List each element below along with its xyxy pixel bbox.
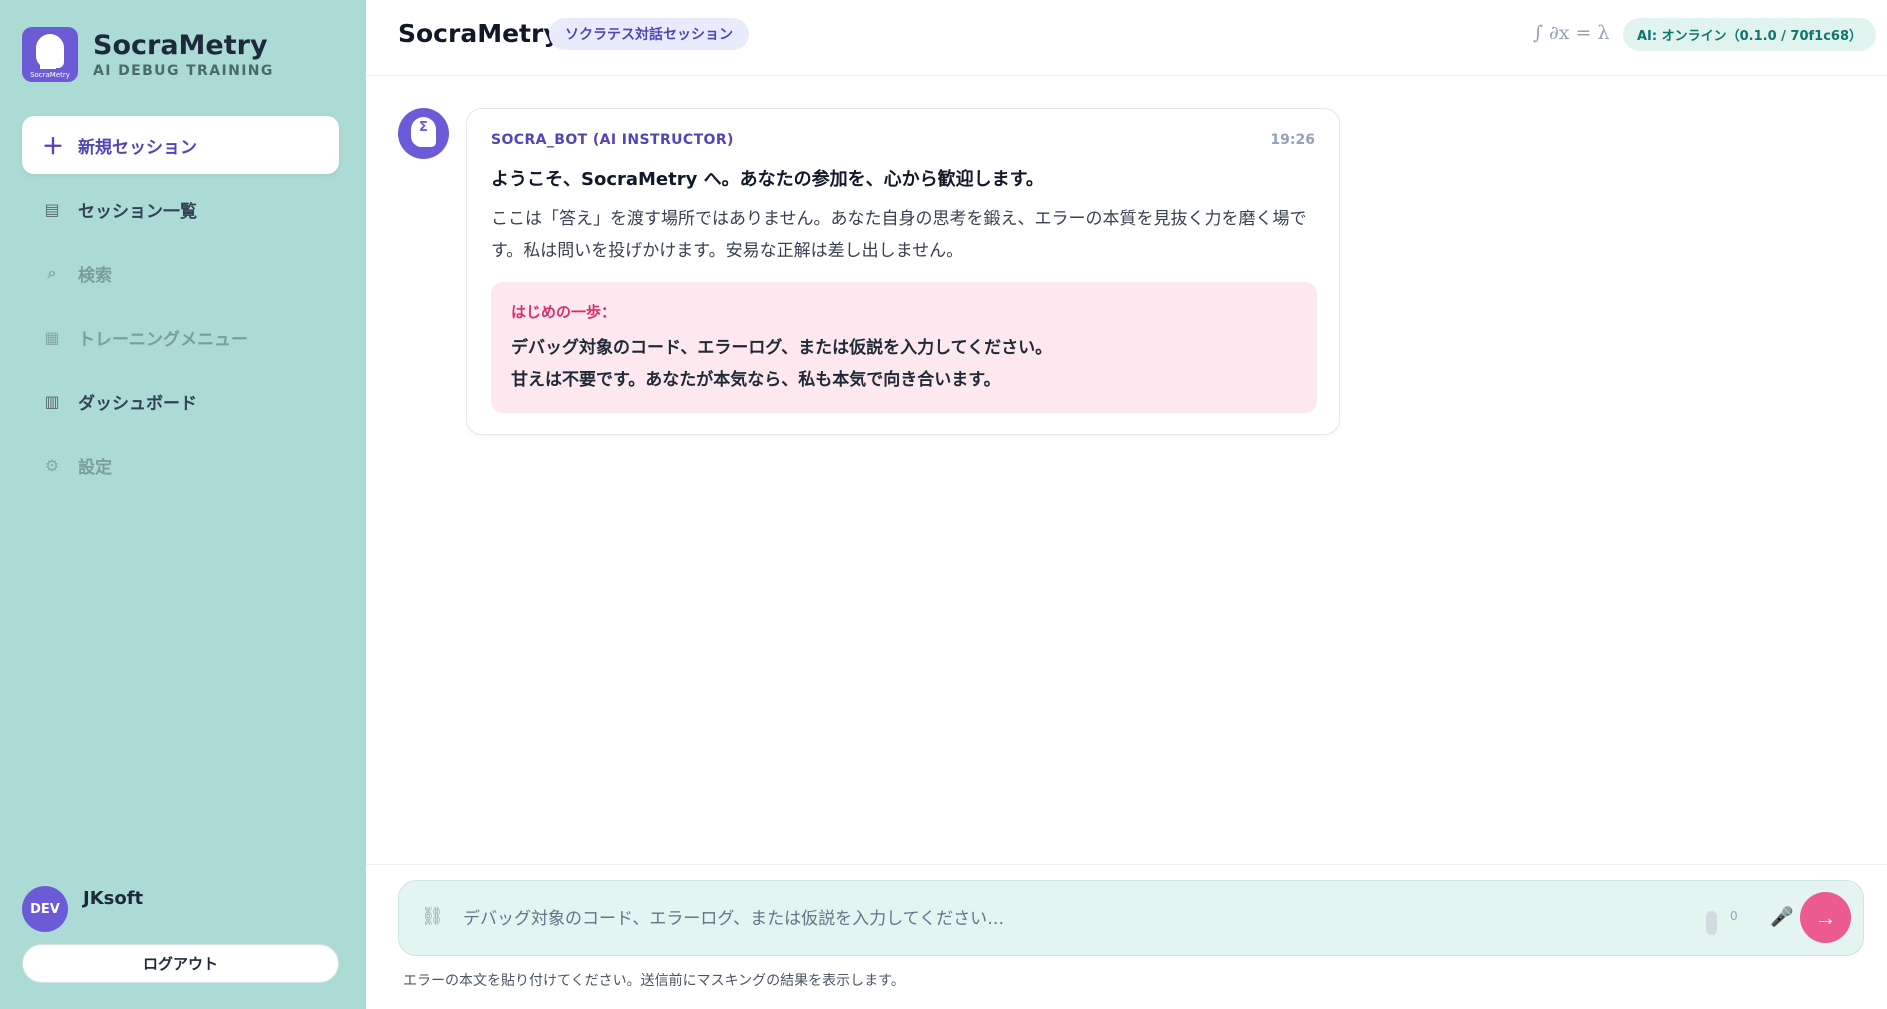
brand-subtitle: AI DEBUG TRAINING bbox=[93, 62, 274, 79]
tip-line: デバッグ対象のコード、エラーログ、または仮説を入力してください。 bbox=[511, 338, 1053, 358]
first-step-box: はじめの一歩： デバッグ対象のコード、エラーログ、または仮説を入力してください。… bbox=[491, 282, 1317, 413]
new-session-label: 新規セッション bbox=[78, 137, 197, 158]
sidebar-item-sessions[interactable]: ▤ セッション一覧 bbox=[22, 180, 339, 238]
composer-hint: エラーの本文を貼り付けてください。送信前にマスキングの結果を表示します。 bbox=[403, 973, 905, 989]
sigma-icon: Σ bbox=[419, 120, 428, 135]
user-profile: DEV JKsoft bbox=[22, 886, 143, 932]
sidebar-item-label: 設定 bbox=[78, 457, 112, 478]
logout-button[interactable]: ログアウト bbox=[22, 944, 339, 983]
bot-avatar-icon: Σ bbox=[398, 108, 449, 159]
dashboard-icon: ▥ bbox=[44, 391, 60, 411]
tip-line: 甘えは不要です。あなたが本気なら、私も本気で向き合います。 bbox=[511, 370, 1001, 390]
session-type-badge: ソクラテス対話セッション bbox=[549, 18, 749, 50]
bot-message-card: SOCRA_BOT (AI INSTRUCTOR) 19:26 ようこそ、Soc… bbox=[466, 108, 1340, 435]
attach-icon[interactable]: ⛓ bbox=[421, 906, 444, 927]
grid-icon: ▦ bbox=[44, 327, 60, 347]
message-sender: SOCRA_BOT (AI INSTRUCTOR) bbox=[491, 132, 734, 148]
brand-text: SocraMetry AI DEBUG TRAINING bbox=[93, 29, 274, 79]
search-icon: ⌕ bbox=[47, 263, 57, 282]
brand-title: SocraMetry bbox=[93, 29, 268, 61]
user-name: JKsoft bbox=[83, 888, 144, 909]
message-title: ようこそ、SocraMetry へ。あなたの参加を、心から歓迎します。 bbox=[491, 169, 1044, 190]
sidebar-item-training[interactable]: ▦ トレーニングメニュー bbox=[22, 308, 339, 366]
sidebar-item-label: ダッシュボード bbox=[78, 393, 197, 414]
status-badge: AI: オンライン（0.1.0 / 70f1c68） bbox=[1623, 18, 1877, 51]
sidebar: SocraMetry SocraMetry AI DEBUG TRAINING … bbox=[0, 0, 366, 1009]
message-body: ここは「答え」を渡す場所ではありません。あなた自身の思考を鍛え、エラーの本質を見… bbox=[491, 209, 1307, 261]
message-input[interactable] bbox=[463, 901, 1463, 937]
brand[interactable]: SocraMetry SocraMetry AI DEBUG TRAINING bbox=[22, 27, 274, 82]
logo-icon: SocraMetry bbox=[22, 27, 78, 82]
send-button[interactable]: → bbox=[1800, 892, 1851, 943]
plus-icon: ＋ bbox=[42, 135, 65, 160]
header: SocraMetry ソクラテス対話セッション ∫ ∂x = λ AI: オンラ… bbox=[366, 0, 1887, 76]
new-session-button[interactable]: ＋ 新規セッション bbox=[22, 116, 339, 174]
char-counter: 0 bbox=[1730, 909, 1738, 923]
char-counter-bar bbox=[1706, 911, 1717, 935]
gear-icon: ⚙ bbox=[44, 455, 60, 475]
sidebar-item-label: セッション一覧 bbox=[78, 201, 197, 222]
message-time: 19:26 bbox=[1270, 132, 1315, 148]
avatar: DEV bbox=[22, 886, 68, 932]
sidebar-item-search[interactable]: ⌕ 検索 bbox=[22, 244, 339, 302]
composer: ⛓ 0 🎤 → bbox=[398, 880, 1864, 956]
list-icon: ▤ bbox=[44, 199, 60, 219]
tip-title: はじめの一歩： bbox=[511, 303, 617, 321]
math-decoration: ∫ ∂x = λ bbox=[1533, 22, 1610, 44]
sidebar-item-label: 検索 bbox=[78, 265, 112, 286]
sidebar-item-dashboard[interactable]: ▥ ダッシュボード bbox=[22, 372, 339, 430]
sidebar-nav: ＋ 新規セッション ▤ セッション一覧 ⌕ 検索 ▦ トレーニングメニュー ▥ … bbox=[22, 116, 339, 500]
sidebar-item-label: トレーニングメニュー bbox=[78, 329, 248, 350]
page-title: SocraMetry bbox=[398, 19, 560, 48]
sidebar-item-settings[interactable]: ⚙ 設定 bbox=[22, 436, 339, 494]
mic-icon[interactable]: 🎤 bbox=[1770, 905, 1794, 928]
